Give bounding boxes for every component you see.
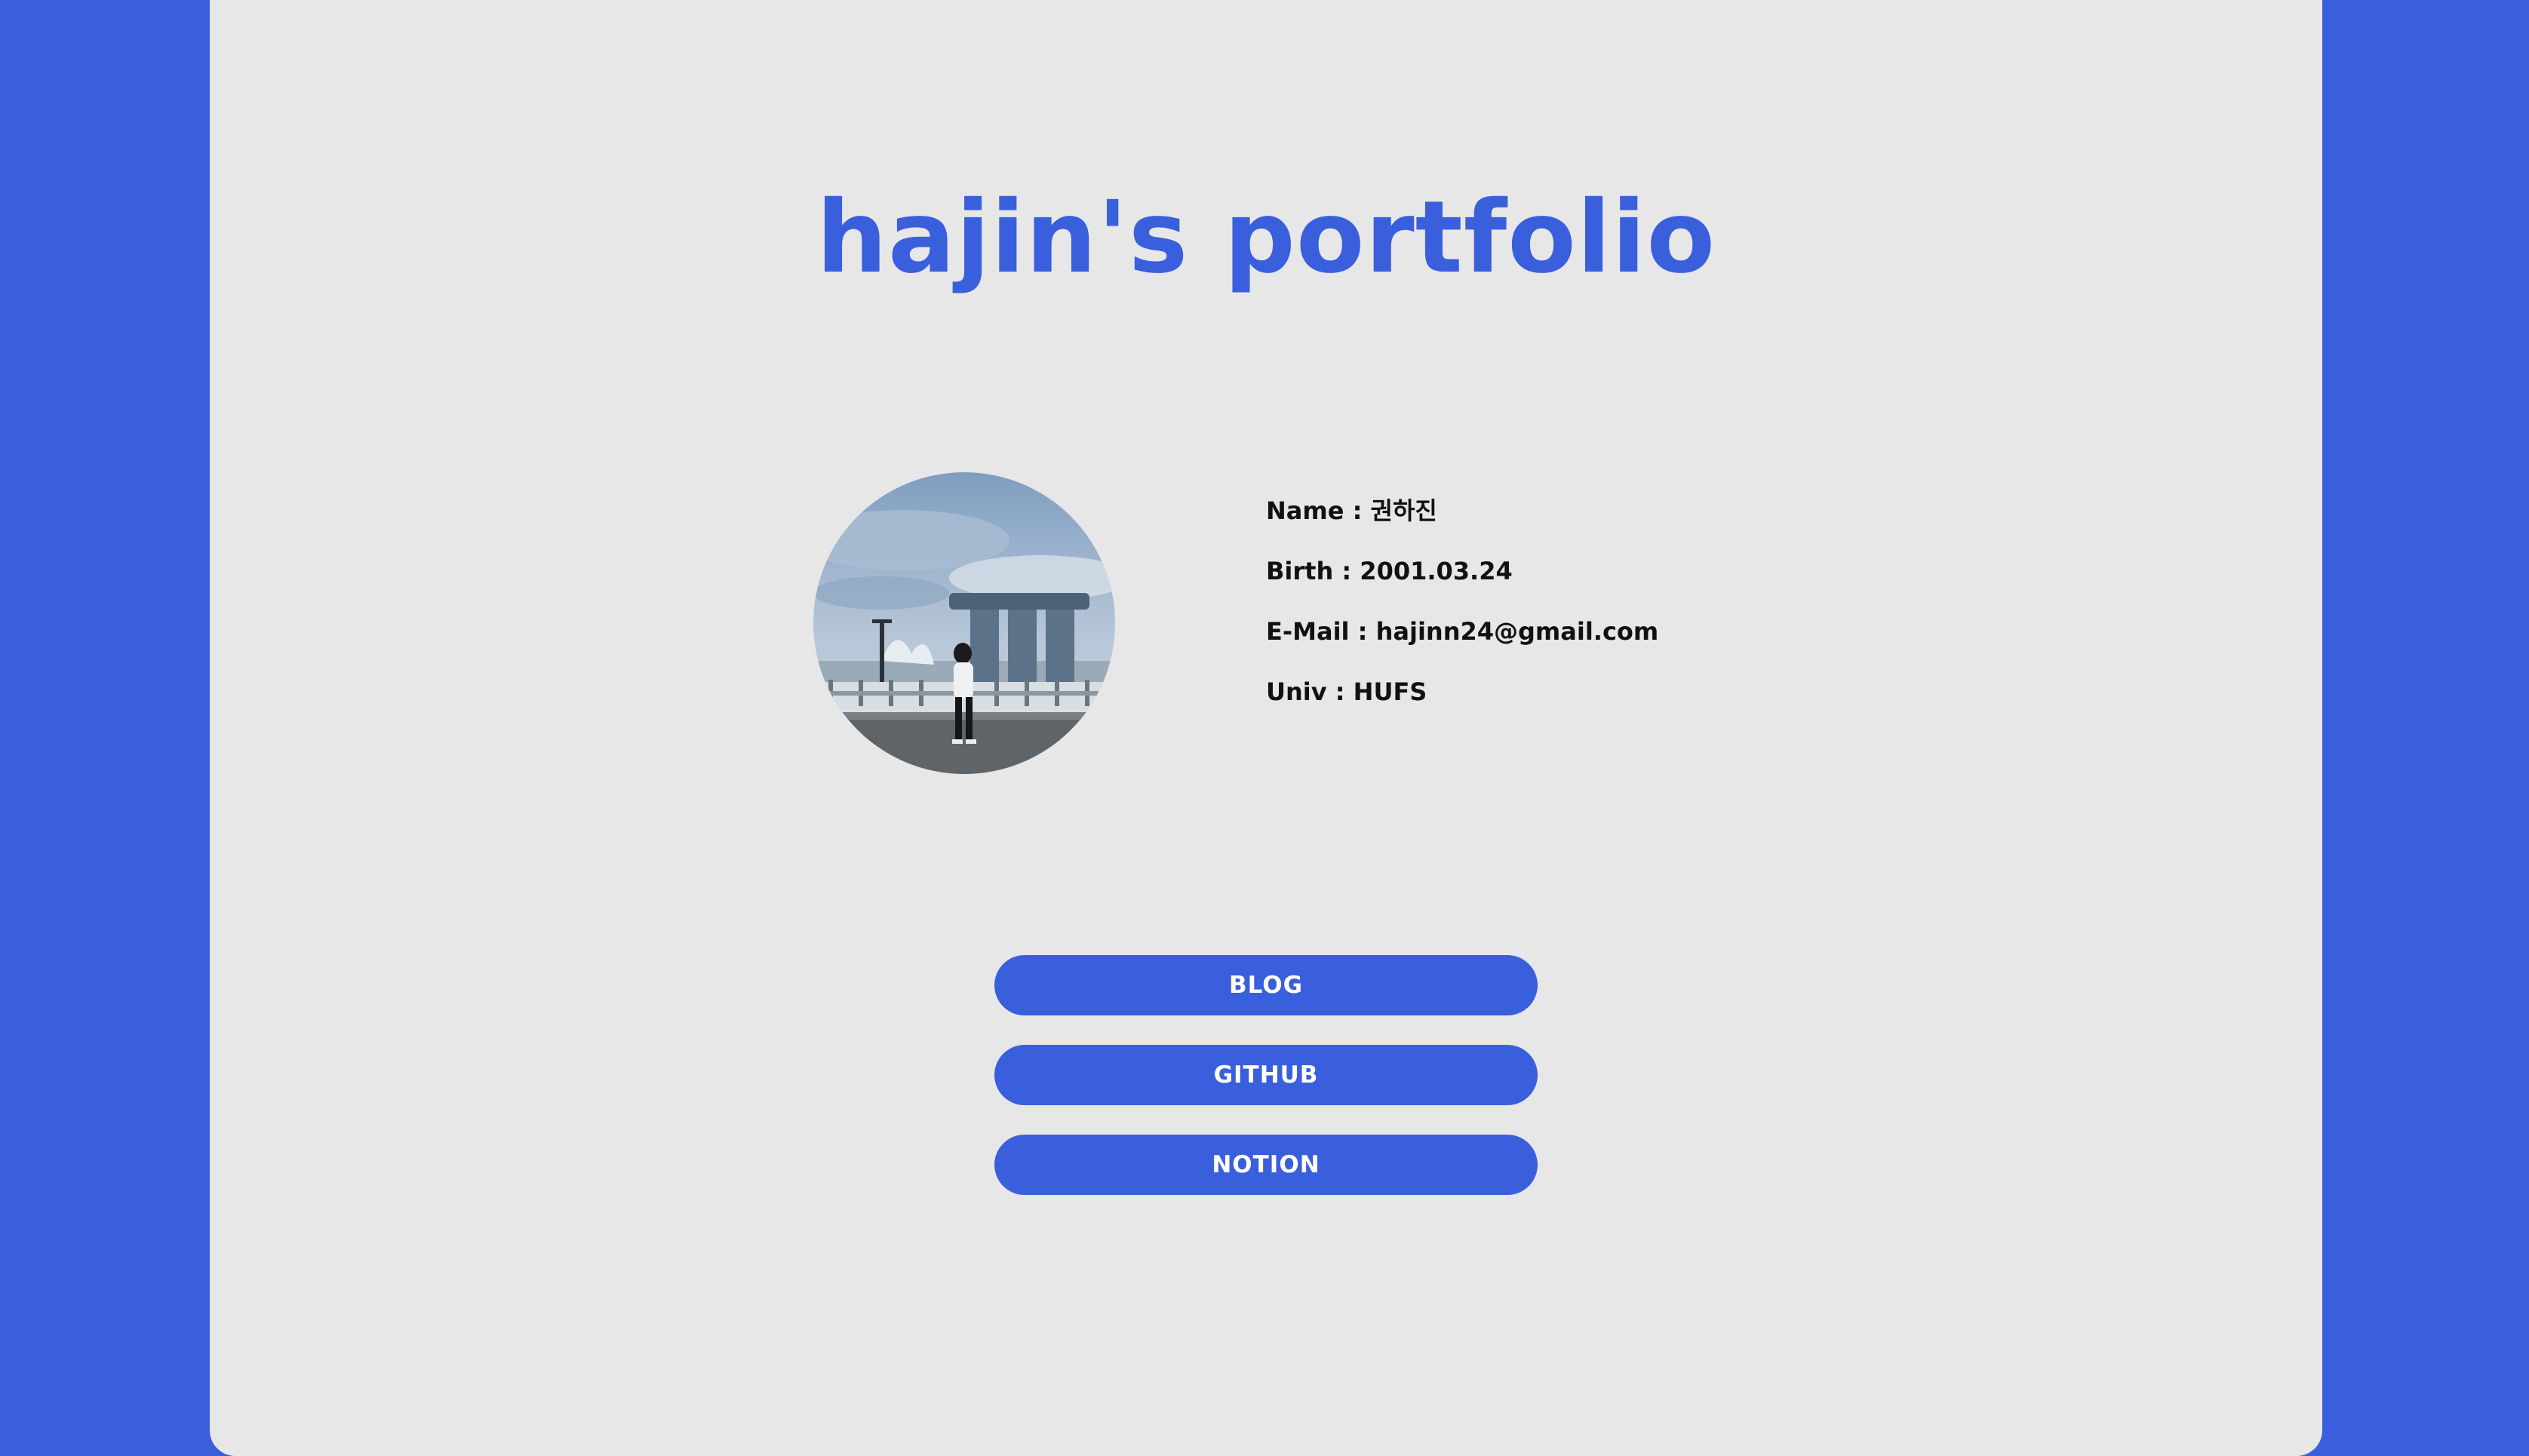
link-buttons: BLOG GITHUB NOTION	[994, 955, 1538, 1224]
profile-univ: Univ : HUFS	[1266, 677, 1427, 706]
portfolio-card: hajin's portfolio Name: 권하진 Birth: 200…	[210, 0, 2322, 1456]
github-button[interactable]: GITHUB	[994, 1045, 1538, 1105]
notion-button[interactable]: NOTION	[994, 1135, 1538, 1195]
profile-info: Name : 권하진 Birth : 2001.03.24 E-Mail : h…	[1266, 492, 1658, 733]
profile-birth: Birth : 2001.03.24	[1266, 557, 1513, 585]
blog-button[interactable]: BLOG	[994, 955, 1538, 1015]
profile-photo	[813, 472, 1115, 774]
profile-name: Name : 권하진	[1266, 496, 1437, 525]
page-title: hajin's portfolio	[816, 180, 1716, 296]
avatar	[813, 472, 1115, 774]
profile-email: E-Mail : hajinn24@gmail.com	[1266, 617, 1659, 646]
